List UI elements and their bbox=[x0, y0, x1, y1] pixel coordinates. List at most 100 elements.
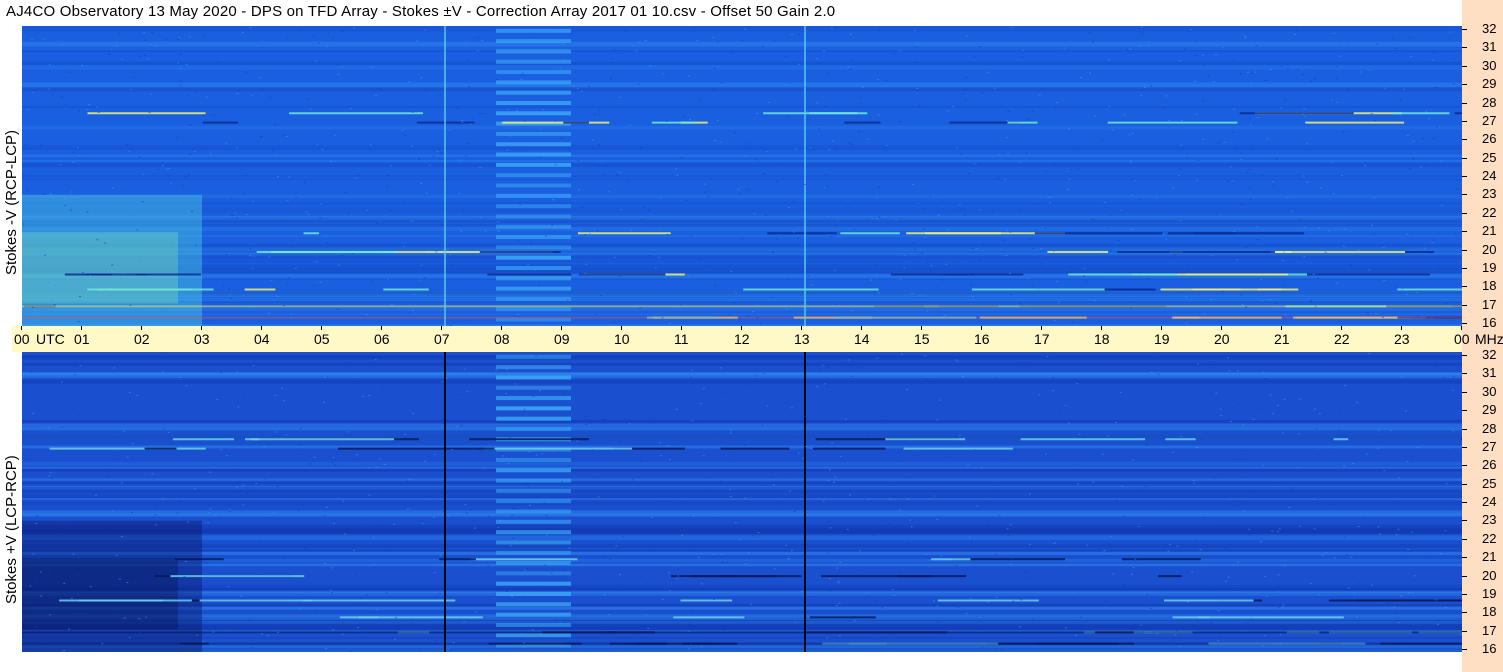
noise-speck bbox=[451, 449, 454, 451]
noise-speck bbox=[1195, 446, 1198, 448]
noise-speck bbox=[1082, 275, 1085, 277]
interference-line bbox=[359, 616, 483, 619]
noise-speck bbox=[806, 111, 809, 113]
noise-speck bbox=[1119, 392, 1122, 394]
noise-speck bbox=[466, 143, 469, 145]
noise-speck bbox=[116, 45, 119, 47]
noise-speck bbox=[1078, 433, 1081, 435]
interference-line bbox=[469, 438, 589, 441]
y-tick-mark bbox=[1462, 465, 1467, 467]
y-tick-label: 27 bbox=[1482, 438, 1497, 454]
interference-line bbox=[1257, 288, 1299, 291]
noise-speck bbox=[883, 416, 886, 418]
noise-speck bbox=[1192, 479, 1195, 481]
noise-speck bbox=[1393, 627, 1396, 629]
striped-block-bar bbox=[496, 204, 571, 209]
noise-speck bbox=[319, 217, 322, 219]
striped-block-bar bbox=[496, 354, 571, 359]
noise-speck bbox=[1169, 544, 1172, 546]
noise-speck bbox=[1412, 140, 1415, 142]
noise-speck bbox=[1400, 376, 1403, 378]
noise-speck bbox=[1431, 59, 1434, 61]
noise-speck bbox=[685, 583, 688, 585]
noise-speck bbox=[1304, 123, 1307, 125]
noise-speck bbox=[965, 77, 968, 79]
noise-speck bbox=[35, 320, 38, 322]
noise-speck bbox=[1317, 277, 1320, 279]
noise-speck bbox=[236, 487, 239, 489]
noise-speck bbox=[712, 89, 715, 91]
noise-speck bbox=[876, 196, 879, 198]
noise-speck bbox=[186, 211, 189, 213]
noise-speck bbox=[1020, 599, 1023, 601]
noise-speck bbox=[744, 497, 747, 499]
noise-speck bbox=[220, 372, 223, 374]
noise-speck bbox=[805, 309, 808, 311]
noise-speck bbox=[467, 59, 470, 61]
noise-speck bbox=[111, 455, 114, 457]
noise-speck bbox=[569, 563, 572, 565]
noise-speck bbox=[484, 230, 487, 232]
noise-speck bbox=[1025, 304, 1028, 306]
noise-speck bbox=[1344, 385, 1347, 387]
noise-speck bbox=[151, 473, 154, 475]
noise-speck bbox=[998, 154, 1001, 156]
noise-speck bbox=[1201, 100, 1204, 102]
noise-speck bbox=[132, 76, 135, 78]
noise-speck bbox=[507, 462, 510, 464]
noise-speck bbox=[761, 46, 764, 48]
noise-speck bbox=[325, 647, 328, 649]
noise-speck bbox=[792, 201, 795, 203]
noise-speck bbox=[541, 109, 544, 111]
noise-speck bbox=[436, 150, 439, 152]
noise-speck bbox=[1240, 158, 1243, 160]
noise-speck bbox=[31, 38, 34, 40]
noise-speck bbox=[798, 436, 801, 438]
noise-speck bbox=[947, 110, 950, 112]
noise-speck bbox=[592, 449, 595, 451]
noise-speck bbox=[356, 175, 359, 177]
noise-speck bbox=[696, 39, 699, 41]
noise-speck bbox=[425, 192, 428, 194]
noise-speck bbox=[1350, 556, 1353, 558]
x-tick-mark bbox=[1281, 326, 1282, 330]
noise-speck bbox=[602, 419, 605, 421]
noise-speck bbox=[1172, 451, 1175, 453]
noise-speck bbox=[630, 357, 633, 359]
noise-speck bbox=[126, 582, 129, 584]
noise-speck bbox=[539, 156, 542, 158]
noise-speck bbox=[1145, 585, 1148, 587]
noise-speck bbox=[976, 629, 979, 631]
noise-speck bbox=[353, 550, 356, 552]
noise-speck bbox=[1040, 386, 1043, 388]
noise-speck bbox=[143, 54, 146, 56]
noise-speck bbox=[47, 572, 50, 574]
noise-speck bbox=[365, 314, 368, 316]
noise-speck bbox=[277, 631, 280, 633]
noise-speck bbox=[411, 145, 414, 147]
noise-speck bbox=[1207, 361, 1210, 363]
noise-speck bbox=[539, 129, 542, 131]
noise-speck bbox=[63, 523, 66, 525]
noise-speck bbox=[849, 33, 852, 35]
noise-speck bbox=[563, 570, 566, 572]
striped-block-bar bbox=[496, 131, 571, 136]
noise-speck bbox=[880, 415, 883, 417]
interference-line bbox=[135, 273, 202, 276]
noise-speck bbox=[1331, 161, 1334, 163]
noise-speck bbox=[853, 620, 856, 622]
noise-speck bbox=[342, 622, 345, 624]
y-tick-label: 17 bbox=[1482, 622, 1497, 638]
vertical-marker-line bbox=[444, 26, 446, 326]
noise-speck bbox=[1210, 587, 1213, 589]
noise-speck bbox=[807, 275, 810, 277]
noise-speck bbox=[928, 556, 931, 558]
noise-speck bbox=[1271, 530, 1274, 532]
noise-speck bbox=[532, 395, 535, 397]
noise-speck bbox=[225, 143, 228, 145]
noise-speck bbox=[1392, 37, 1395, 39]
noise-speck bbox=[1434, 86, 1437, 88]
noise-speck bbox=[1221, 290, 1224, 292]
noise-speck bbox=[138, 156, 141, 158]
x-tick-mark bbox=[381, 326, 382, 330]
